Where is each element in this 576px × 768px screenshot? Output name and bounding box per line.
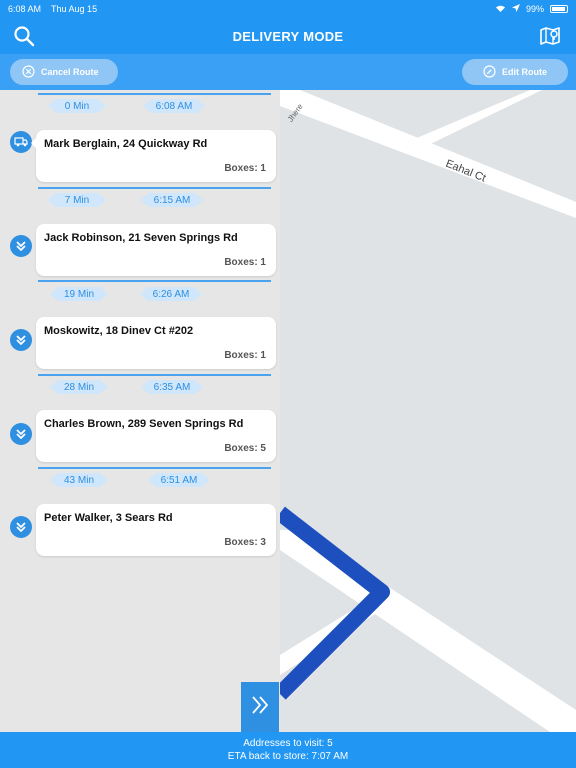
- close-circle-icon: [22, 64, 35, 80]
- eta-tag: 6:26 AM: [140, 287, 202, 301]
- stop-card[interactable]: Peter Walker, 3 Sears Rd Boxes: 3: [36, 504, 276, 556]
- route-summary-footer: Addresses to visit: 5 ETA back to store:…: [0, 732, 576, 768]
- double-chevron-right-icon: [249, 694, 271, 721]
- stop-card[interactable]: Jack Robinson, 21 Seven Springs Rd Boxes…: [36, 224, 276, 276]
- cancel-route-label: Cancel Route: [41, 67, 99, 77]
- status-date: Thu Aug 15: [51, 4, 98, 14]
- eta-tag: 6:15 AM: [141, 193, 203, 207]
- time-row: 7 Min 6:15 AM: [40, 192, 271, 208]
- page-title: DELIVERY MODE: [232, 28, 344, 44]
- travel-time-tag: 19 Min: [50, 287, 108, 301]
- stop-divider: [38, 280, 271, 282]
- time-row: 28 Min 6:35 AM: [40, 379, 271, 395]
- stop-boxes: Boxes: 3: [224, 537, 266, 548]
- stop-boxes: Boxes: 5: [224, 443, 266, 454]
- battery-icon: [550, 5, 568, 13]
- stop-address: Charles Brown, 289 Seven Springs Rd: [44, 418, 244, 430]
- pencil-icon: [483, 64, 496, 80]
- edit-route-label: Edit Route: [502, 67, 547, 77]
- time-row: 43 Min 6:51 AM: [40, 472, 271, 488]
- stop-divider: [38, 187, 271, 189]
- nav-bar: DELIVERY MODE: [0, 18, 576, 54]
- map-pin-icon[interactable]: [538, 24, 562, 48]
- addresses-to-visit: Addresses to visit: 5: [243, 738, 333, 749]
- stop-address: Moskowitz, 18 Dinev Ct #202: [44, 325, 194, 337]
- stop-boxes: Boxes: 1: [224, 257, 266, 268]
- stop-divider: [38, 374, 271, 376]
- stop-address: Jack Robinson, 21 Seven Springs Rd: [44, 232, 238, 244]
- stop-list[interactable]: 0 Min 6:08 AM Mark Berglain, 24 Quickway…: [0, 90, 280, 732]
- status-time: 6:08 AM: [8, 4, 42, 14]
- stop-divider: [38, 467, 271, 469]
- stop-address: Mark Berglain, 24 Quickway Rd: [44, 138, 208, 150]
- next-stop-button[interactable]: [241, 682, 279, 732]
- travel-time-tag: 43 Min: [50, 473, 108, 487]
- location-arrow-icon: [511, 4, 520, 14]
- double-chevron-down-icon: [10, 423, 32, 445]
- travel-time-tag: 28 Min: [50, 380, 108, 394]
- cancel-route-button[interactable]: Cancel Route: [10, 59, 118, 85]
- stop-boxes: Boxes: 1: [224, 163, 266, 174]
- stop-card[interactable]: Mark Berglain, 24 Quickway Rd Boxes: 1: [31, 130, 276, 182]
- time-row: 0 Min 6:08 AM: [40, 98, 271, 114]
- eta-tag: 6:08 AM: [143, 99, 205, 113]
- search-icon[interactable]: [12, 24, 36, 48]
- truck-icon: [10, 131, 32, 153]
- time-row: 19 Min 6:26 AM: [40, 286, 271, 302]
- eta-tag: 6:35 AM: [141, 380, 203, 394]
- travel-time-tag: 0 Min: [48, 99, 106, 113]
- double-chevron-down-icon: [10, 235, 32, 257]
- travel-time-tag: 7 Min: [48, 193, 106, 207]
- stop-address: Peter Walker, 3 Sears Rd: [44, 512, 173, 524]
- battery-percent: 99%: [525, 4, 544, 14]
- status-bar: 6:08 AM Thu Aug 15 99%: [0, 0, 576, 18]
- stop-divider: [38, 93, 271, 95]
- eta-tag: 6:51 AM: [148, 473, 210, 487]
- route-map[interactable]: Eahal Ct Jhere: [280, 90, 576, 732]
- stop-card[interactable]: Charles Brown, 289 Seven Springs Rd Boxe…: [36, 410, 276, 462]
- edit-route-button[interactable]: Edit Route: [462, 59, 568, 85]
- wifi-icon: [495, 4, 506, 15]
- double-chevron-down-icon: [10, 329, 32, 351]
- stop-boxes: Boxes: 1: [224, 350, 266, 361]
- eta-back-to-store: ETA back to store: 7:07 AM: [227, 751, 349, 762]
- route-toolbar: Cancel Route Edit Route: [0, 54, 576, 90]
- double-chevron-down-icon: [10, 516, 32, 538]
- stop-card[interactable]: Moskowitz, 18 Dinev Ct #202 Boxes: 1: [36, 317, 276, 369]
